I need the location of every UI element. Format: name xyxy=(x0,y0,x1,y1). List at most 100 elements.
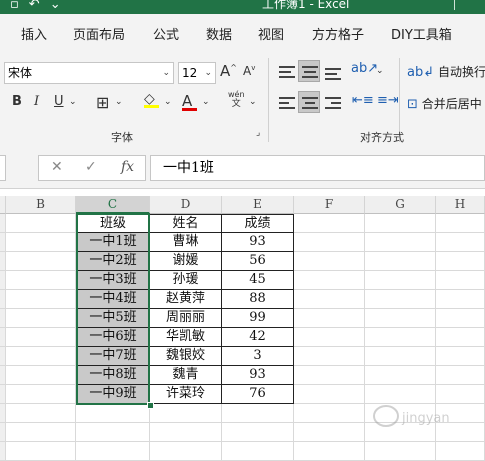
empty-cell[interactable] xyxy=(294,442,365,461)
align-middle-button[interactable] xyxy=(298,60,320,82)
tab-fangfang[interactable]: 方方格子 xyxy=(312,24,364,43)
dialog-launcher-icon[interactable]: ⌟ xyxy=(256,128,260,138)
table-cell[interactable]: 周丽丽 xyxy=(150,309,222,328)
empty-cell[interactable] xyxy=(294,271,365,290)
empty-cell[interactable] xyxy=(365,328,436,347)
table-cell[interactable]: 99 xyxy=(222,309,294,328)
wrap-text-button[interactable]: ab↲ 自动换行 xyxy=(407,63,485,80)
chevron-down-icon[interactable]: ⌄ xyxy=(69,97,77,107)
empty-cell[interactable] xyxy=(436,309,485,328)
column-header-e[interactable]: E xyxy=(222,196,294,214)
empty-cell[interactable] xyxy=(436,271,485,290)
decrease-font-icon[interactable]: Av xyxy=(243,64,255,78)
empty-cell[interactable] xyxy=(222,442,294,461)
table-cell[interactable]: 一中9班 xyxy=(76,385,150,404)
empty-cell[interactable] xyxy=(150,442,222,461)
empty-cell[interactable] xyxy=(436,366,485,385)
empty-cell[interactable] xyxy=(6,214,76,233)
table-cell[interactable]: 谢媛 xyxy=(150,252,222,271)
formula-input[interactable]: 一中1班 xyxy=(150,155,485,181)
empty-cell[interactable] xyxy=(294,252,365,271)
empty-cell[interactable] xyxy=(6,404,76,423)
font-name-select[interactable]: 宋体 ⌄ xyxy=(4,62,174,84)
chevron-down-icon[interactable]: ⌄ xyxy=(376,66,384,76)
empty-cell[interactable] xyxy=(294,423,365,442)
empty-cell[interactable] xyxy=(294,366,365,385)
tab-data[interactable]: 数据 xyxy=(206,24,232,43)
phonetic-guide-icon[interactable]: wén 文 xyxy=(228,90,245,109)
bold-button[interactable]: B xyxy=(12,94,22,109)
empty-cell[interactable] xyxy=(365,347,436,366)
empty-cell[interactable] xyxy=(436,442,485,461)
account-area[interactable] xyxy=(454,0,485,10)
empty-cell[interactable] xyxy=(6,385,76,404)
table-cell[interactable]: 一中7班 xyxy=(76,347,150,366)
table-header-cell[interactable]: 姓名 xyxy=(150,214,222,233)
empty-cell[interactable] xyxy=(365,442,436,461)
decrease-indent-icon[interactable]: ⇤≡ xyxy=(352,93,374,108)
empty-cell[interactable] xyxy=(222,423,294,442)
empty-cell[interactable] xyxy=(365,252,436,271)
empty-cell[interactable] xyxy=(6,290,76,309)
name-box[interactable] xyxy=(0,155,6,181)
tab-formulas[interactable]: 公式 xyxy=(153,24,179,43)
increase-indent-icon[interactable]: ≡⇥ xyxy=(377,93,399,108)
cancel-icon[interactable]: ✕ xyxy=(51,159,63,175)
empty-cell[interactable] xyxy=(365,271,436,290)
empty-cell[interactable] xyxy=(436,214,485,233)
empty-cell[interactable] xyxy=(6,347,76,366)
tab-page-layout[interactable]: 页面布局 xyxy=(73,24,125,43)
align-right-icon[interactable] xyxy=(325,97,341,109)
insert-function-icon[interactable]: fx xyxy=(121,159,134,175)
italic-button[interactable]: I xyxy=(34,94,39,109)
chevron-down-icon[interactable]: ⌄ xyxy=(202,97,210,107)
empty-cell[interactable] xyxy=(294,233,365,252)
tab-insert[interactable]: 插入 xyxy=(21,24,47,43)
table-cell[interactable]: 76 xyxy=(222,385,294,404)
table-cell[interactable]: 曹琳 xyxy=(150,233,222,252)
empty-cell[interactable] xyxy=(294,290,365,309)
confirm-icon[interactable]: ✓ xyxy=(85,159,97,175)
tab-diy-toolbox[interactable]: DIY工具箱 xyxy=(391,24,452,43)
column-header-d[interactable]: D xyxy=(150,196,222,214)
chevron-down-icon[interactable]: ⌄ xyxy=(164,97,172,107)
empty-cell[interactable] xyxy=(365,233,436,252)
empty-cell[interactable] xyxy=(6,328,76,347)
table-cell[interactable]: 3 xyxy=(222,347,294,366)
empty-cell[interactable] xyxy=(76,423,150,442)
tab-view[interactable]: 视图 xyxy=(258,24,284,43)
empty-cell[interactable] xyxy=(222,404,294,423)
table-cell[interactable]: 许菜玲 xyxy=(150,385,222,404)
chevron-down-icon[interactable]: ⌄ xyxy=(115,97,123,107)
empty-cell[interactable] xyxy=(294,404,365,423)
table-cell[interactable]: 一中8班 xyxy=(76,366,150,385)
empty-cell[interactable] xyxy=(294,328,365,347)
table-cell[interactable]: 45 xyxy=(222,271,294,290)
empty-cell[interactable] xyxy=(150,404,222,423)
chevron-down-icon[interactable]: ⌄ xyxy=(249,97,257,107)
merge-center-button[interactable]: ⊡ 合并后居中 xyxy=(407,95,482,112)
table-cell[interactable]: 一中2班 xyxy=(76,252,150,271)
font-color-icon[interactable]: A xyxy=(182,92,197,111)
table-cell[interactable]: 93 xyxy=(222,366,294,385)
table-cell[interactable]: 魏银姣 xyxy=(150,347,222,366)
quick-access-icons[interactable]: ▫↶⌄ xyxy=(10,0,71,12)
table-cell[interactable]: 93 xyxy=(222,233,294,252)
increase-font-icon[interactable]: A^ xyxy=(220,62,237,80)
column-header-g[interactable]: G xyxy=(365,196,436,214)
empty-cell[interactable] xyxy=(76,442,150,461)
empty-cell[interactable] xyxy=(436,252,485,271)
table-cell[interactable]: 赵黄萍 xyxy=(150,290,222,309)
table-cell[interactable]: 孙瑗 xyxy=(150,271,222,290)
empty-cell[interactable] xyxy=(365,309,436,328)
column-header-b[interactable]: B xyxy=(6,196,76,214)
orientation-icon[interactable]: ab↗ xyxy=(351,61,378,76)
empty-cell[interactable] xyxy=(294,309,365,328)
empty-cell[interactable] xyxy=(294,347,365,366)
font-size-select[interactable]: 12 ⌄ xyxy=(178,62,216,84)
empty-cell[interactable] xyxy=(294,214,365,233)
table-header-cell[interactable]: 成绩 xyxy=(222,214,294,233)
table-cell[interactable]: 56 xyxy=(222,252,294,271)
empty-cell[interactable] xyxy=(365,214,436,233)
table-cell[interactable]: 魏青 xyxy=(150,366,222,385)
